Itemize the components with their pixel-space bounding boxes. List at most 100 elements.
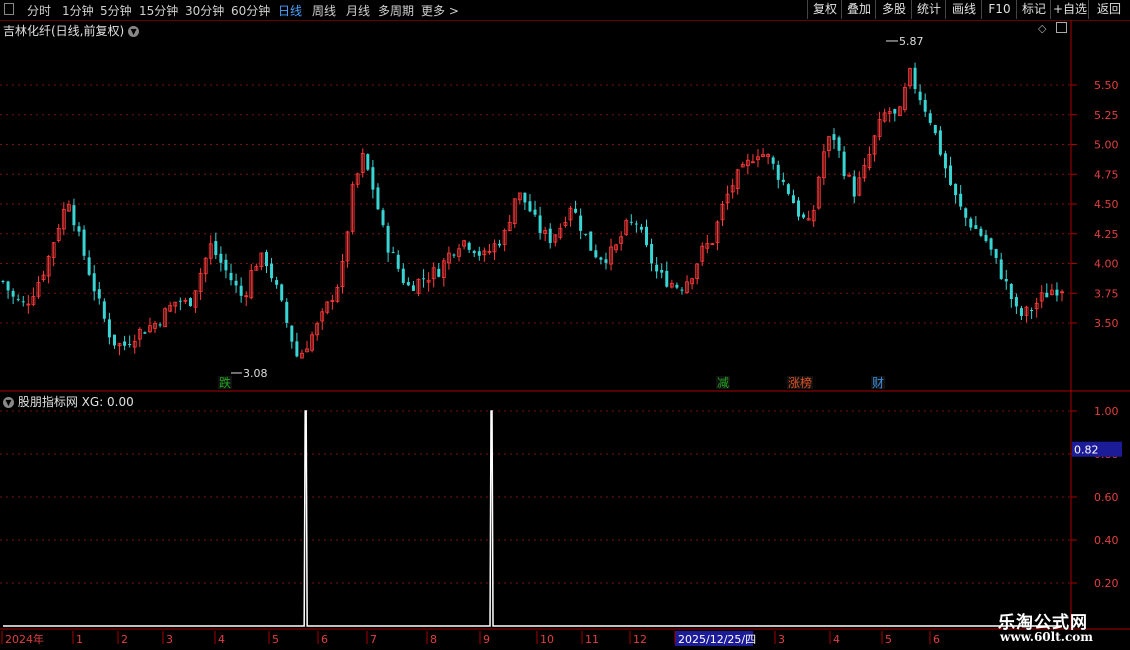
candle-body-down [928,113,932,123]
candle-body-down [214,241,218,256]
price-tick-label: 5.25 [1094,109,1119,122]
candle-body-down [143,332,147,334]
candle-body-down [589,231,593,251]
toolbar-action-2[interactable]: 多股 [875,0,912,19]
candle-body-down [771,157,775,164]
period-tab-9[interactable]: 多周期 [378,2,414,19]
candle-body-down [72,205,76,226]
indicator-tick-label: 0.40 [1094,534,1119,547]
period-tab-0[interactable]: 分时 [27,2,51,19]
price-tick-label: 4.50 [1094,198,1119,211]
candle-body-down [371,167,375,190]
toolbar-action-0[interactable]: 复权 [807,0,842,19]
period-tab-6[interactable]: 日线 [278,2,302,19]
period-tab-8[interactable]: 月线 [346,2,370,19]
indicator-tick-label: 0.60 [1094,491,1119,504]
candle-body-down [893,109,897,114]
period-tab-7[interactable]: 周线 [312,2,336,19]
candle-body-down [437,268,441,277]
candle-body-down [528,201,532,212]
time-label: 12 [633,633,647,646]
price-tick-label: 4.25 [1094,228,1119,241]
toolbar-action-1[interactable]: 叠加 [841,0,876,19]
candle-body-down [675,284,679,288]
event-marker: 财 [872,376,884,390]
period-tab-1[interactable]: 1分钟 [62,2,94,19]
price-tick-label: 4.00 [1094,258,1119,271]
candle-body-down [786,184,790,194]
candle-body-down [660,269,664,273]
toolbar-action-4[interactable]: 画线 [945,0,982,19]
candle-body-down [472,250,476,254]
candle-body-down [969,218,973,228]
candle-body-down [270,263,274,279]
period-toolbar: 分时 1分钟 5分钟 15分钟 30分钟 60分钟 日线 周线 月线 多周期 更多 > 复权 叠加 多股统… [0,0,1130,21]
candle-body-down [11,290,15,297]
candle-body-down [229,272,233,281]
period-tab-5[interactable]: 60分钟 [231,2,270,19]
price-tick-label: 5.00 [1094,139,1119,152]
candle-body-down [579,215,583,231]
candle-body-down [680,289,684,291]
period-tab-3[interactable]: 15分钟 [139,2,178,19]
candle-body-down [422,278,426,280]
candle-body-down [452,254,456,256]
current-value-text: 0.82 [1074,444,1099,457]
candle-body-down [275,280,279,285]
time-label: 2025/12/25/四 [678,633,756,646]
period-tab-4[interactable]: 30分钟 [185,2,224,19]
candle-body-down [776,164,780,180]
sidebar-toggle-icon[interactable] [4,3,14,15]
candle-body-down [533,209,537,215]
toolbar-action-7[interactable]: +自选 [1050,0,1089,19]
event-marker: 跌 [219,375,231,390]
time-label: 6 [933,633,940,646]
candle-body-down [994,249,998,258]
time-label: 5 [885,633,892,646]
time-label: 7 [370,633,377,646]
toolbar-action-6[interactable]: 标记 [1016,0,1051,19]
time-label: 2024年 [5,632,44,646]
candle-body-down [285,301,289,323]
candle-body-down [584,233,588,235]
candle-body-down [629,221,633,223]
candle-body-down [594,250,598,258]
candle-body-down [21,301,25,303]
candle-body-down [959,193,963,207]
toolbar-action-8[interactable]: 返回 [1088,0,1129,19]
candlestick-chart[interactable]: 3.50 3.75 4.00 4.25 4.50 4.75 5.00 5.25 5.50 5.87… [0,20,1130,392]
candle-body-down [837,137,841,151]
candle-body-down [923,99,927,112]
candle-body-down [650,243,654,264]
candle-body-down [538,215,542,233]
candle-body-down [280,284,284,301]
time-label: 8 [430,633,437,646]
candle-body-down [467,242,471,250]
candle-body-down [634,223,638,225]
price-tick-label: 3.75 [1094,287,1119,300]
candle-body-down [386,225,390,253]
candle-body-down [477,251,481,256]
candle-body-down [178,300,182,302]
candle-body-down [781,179,785,182]
candle-body-down [791,195,795,204]
toolbar-action-3[interactable]: 统计 [911,0,946,19]
time-axis: 2024年 1 2 3 4 5 6 7 8 9 10 11 12 2025/12/25/四 3 4 5 6 [1,631,940,646]
candle-body-down [188,298,192,307]
candle-body-down [1055,289,1059,296]
candle-body-down [107,319,111,338]
candle-body-down [655,264,659,272]
candle-body-down [87,257,91,275]
time-label: 4 [218,633,225,646]
candle-body-down [548,228,552,243]
xg-signal-line [3,410,1062,627]
candle-body-down [964,208,968,218]
candle-body-down [832,134,836,140]
price-tick-label: 3.50 [1094,317,1119,330]
price-tick-label: 5.50 [1094,79,1119,92]
period-tab-10[interactable]: 更多 > [421,2,459,19]
toolbar-action-5[interactable]: F10 [981,0,1017,19]
candle-body-down [802,214,806,218]
period-tab-2[interactable]: 5分钟 [100,2,132,19]
indicator-chart[interactable]: 0.200.400.600.801.000.82 [0,392,1130,630]
